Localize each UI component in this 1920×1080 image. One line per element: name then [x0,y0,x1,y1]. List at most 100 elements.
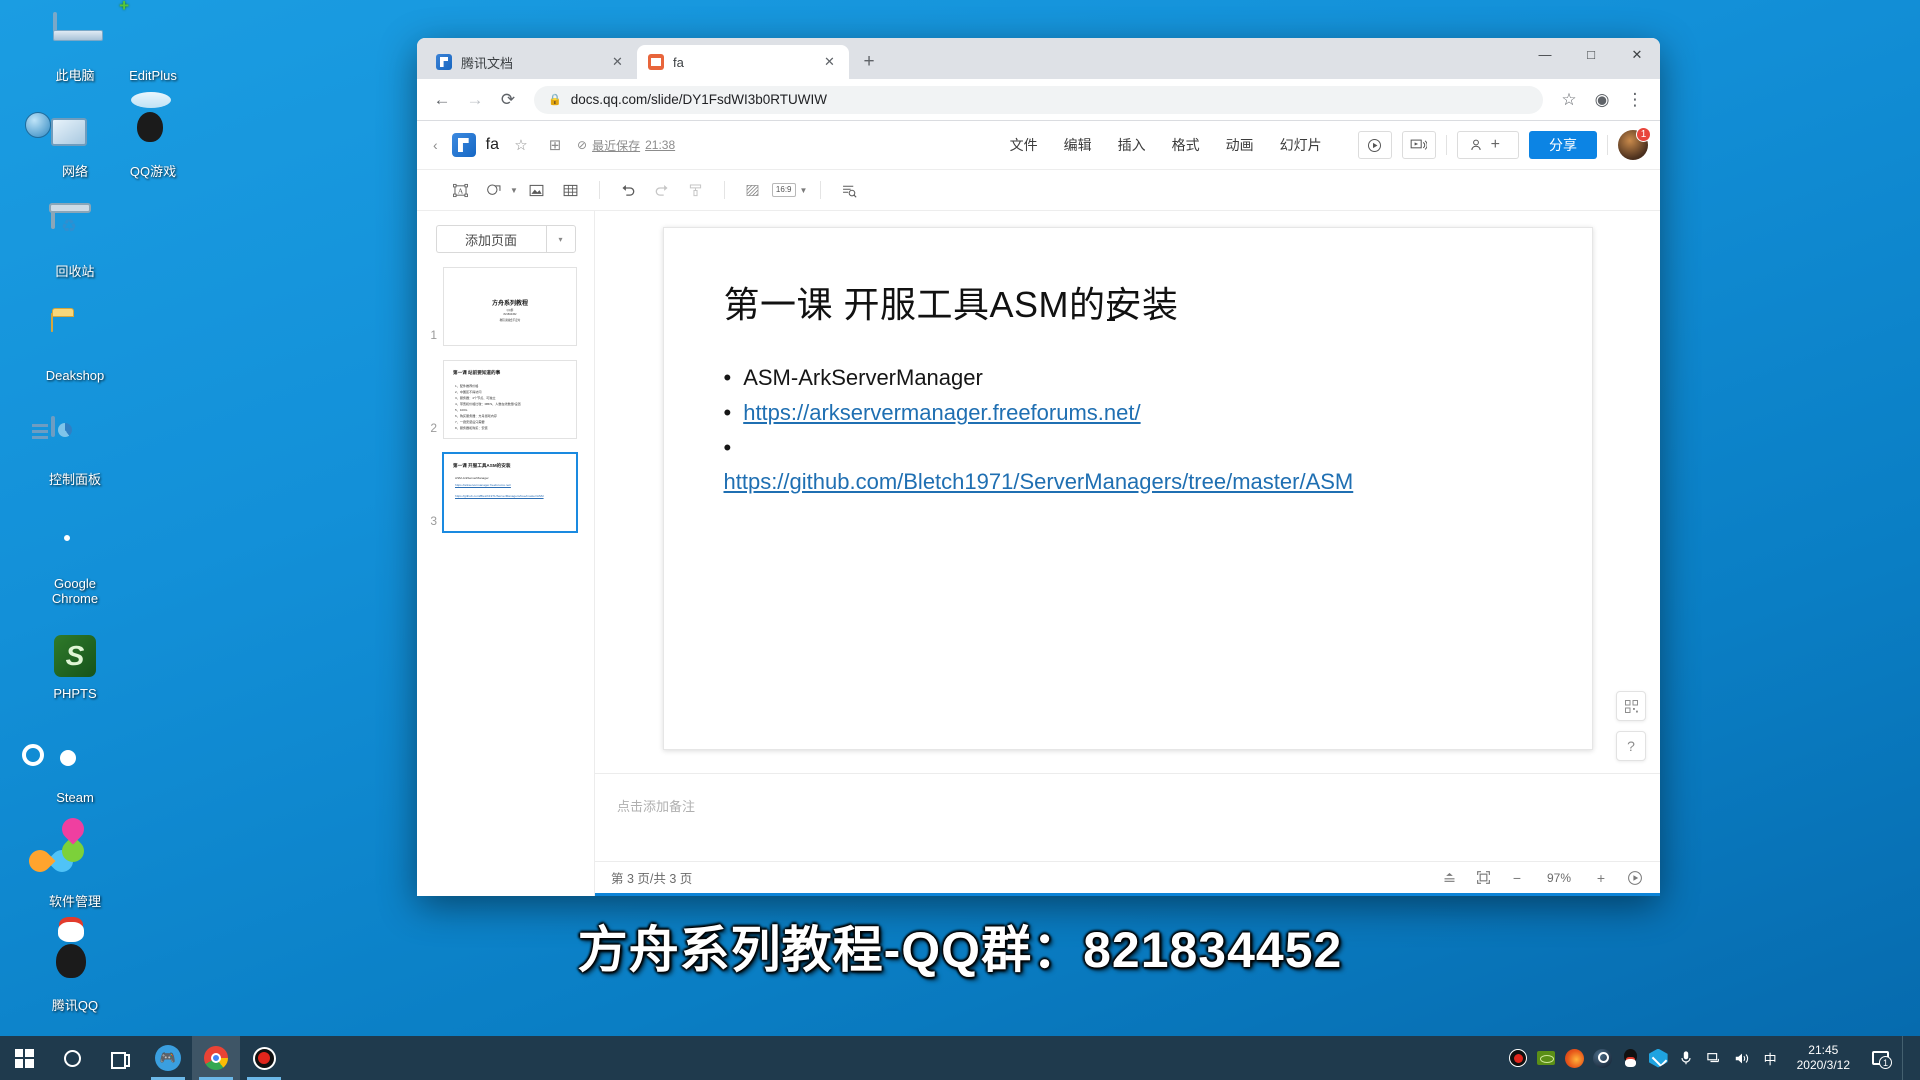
qr-code-icon[interactable] [1616,691,1646,721]
format-painter-icon[interactable] [681,177,711,203]
reload-button[interactable]: ⟳ [493,85,523,115]
background-fill-icon[interactable] [738,177,768,203]
profile-icon[interactable]: ◉ [1587,85,1617,115]
add-page-dropdown-icon[interactable]: ▾ [545,225,576,253]
tab-close-icon[interactable]: ✕ [821,54,838,71]
back-to-list-button[interactable]: ‹ [429,137,442,153]
slide-link-arkservermanager[interactable]: https://arkservermanager.freeforums.net/ [743,397,1140,428]
redo-icon[interactable] [647,177,677,203]
desktop-icon-label: PHPTS [53,686,97,701]
desktop-icon-recycle-bin[interactable]: 回收站 [0,204,150,308]
desktop-icon-chrome[interactable]: Google Chrome [0,516,150,626]
taskbar-app-chrome[interactable] [192,1036,240,1080]
tencent-docs-logo[interactable] [451,133,476,157]
image-icon[interactable] [522,177,552,203]
menu-edit[interactable]: 编辑 [1064,135,1092,155]
forward-button[interactable]: → [460,85,490,115]
menu-file[interactable]: 文件 [1010,135,1038,155]
find-replace-icon[interactable] [834,177,864,203]
taskbar-clock[interactable]: 21:45 2020/3/12 [1789,1043,1858,1073]
microphone-tray-icon[interactable] [1677,1049,1696,1068]
taskbar-app-recorder[interactable] [240,1036,288,1080]
slide-thumbnail[interactable]: 方舟系列教程 QQ群 821834452 教程录播会不定时 [443,267,577,346]
add-page-control: 添加页面 ▾ [435,225,576,253]
slide-canvas[interactable]: 第一课 开服工具ASM的安装 • ASM-ArkServerManager • … [662,227,1593,750]
thumb-line: 8、服务器和购买：安装 [455,426,488,430]
bullet-marker: • [723,400,732,426]
document-title[interactable]: fa [486,136,499,154]
desktop-icon-deakshop[interactable]: Deakshop [0,308,150,412]
address-bar[interactable]: 🔒 docs.qq.com/slide/DY1FsdWI3b0RTUWIW [534,85,1543,114]
back-button[interactable]: ← [427,85,457,115]
screen-recorder-tray-icon[interactable] [1509,1049,1528,1068]
fit-screen-icon[interactable] [1474,869,1492,887]
nvidia-tray-icon[interactable] [1537,1049,1556,1068]
menu-slideshow[interactable]: 幻灯片 [1280,135,1322,155]
desktop-icon-phpts[interactable]: S PHPTS [0,626,150,730]
invite-collaborator-button[interactable]: + [1456,131,1519,159]
steam-tray-icon[interactable] [1592,1048,1612,1068]
slide-thumbnail[interactable]: 第一课 站前要知道的事 1、配件推荐价格 2、中国区不得访问 3、服务器：4个节… [443,360,577,439]
present-play-button[interactable] [1357,131,1392,159]
desktop-icon-qq-game[interactable]: QQ游戏 [78,104,228,204]
kebab-menu-icon[interactable]: ⋮ [1620,85,1650,115]
slide-thumbnail-selected[interactable]: 第一课 开服工具ASM的安装 ASM-ArkServerManager http… [443,453,577,532]
tab-close-icon[interactable]: ✕ [609,54,626,71]
slide-thumb-3[interactable]: 3 第一课 开服工具ASM的安装 ASM-ArkServerManager ht… [417,453,594,546]
notes-toggle-icon[interactable] [1440,869,1458,887]
close-button[interactable]: ✕ [1614,38,1660,71]
browser-tab-tencent-docs[interactable]: 腾讯文档 ✕ [425,45,637,79]
aspect-ratio-dropdown[interactable]: 16:9 ▼ [771,183,807,197]
share-button[interactable]: 分享 [1529,131,1597,159]
volume-tray-icon[interactable] [1733,1049,1752,1068]
slide-favicon [648,54,664,70]
speaker-notes-area[interactable]: 点击添加备注 [595,773,1660,861]
slide-thumb-2[interactable]: 2 第一课 站前要知道的事 1、配件推荐价格 2、中国区不得访问 3、服务器：4… [417,360,594,453]
screen-recorder-taskbar-icon [252,1046,276,1070]
table-icon[interactable] [556,177,586,203]
add-page-button[interactable]: 添加页面 [435,225,546,253]
page-indicator: 第 3 页/共 3 页 [611,872,693,886]
qq-tray-icon[interactable] [1621,1048,1640,1068]
slide-bullet-list[interactable]: • ASM-ArkServerManager • https://arkserv… [724,362,1532,497]
taskbar-app-qq-game[interactable]: 🎮 [144,1036,192,1080]
avatar[interactable]: 1 [1618,127,1651,160]
bookmark-star-icon[interactable]: ☆ [1554,85,1584,115]
move-to-folder-icon[interactable]: ⊞ [543,133,567,157]
menu-format[interactable]: 格式 [1172,135,1200,155]
menu-insert[interactable]: 插入 [1118,135,1146,155]
zoom-out-button[interactable]: − [1508,869,1526,887]
slide-thumb-1[interactable]: 1 方舟系列教程 QQ群 821834452 教程录播会不定时 [417,267,594,360]
start-button[interactable] [0,1036,48,1080]
ime-tray-icon[interactable]: 中 [1761,1049,1780,1068]
play-icon[interactable] [1626,869,1644,887]
broadcast-present-button[interactable] [1401,131,1436,159]
desktop-icon-control-panel[interactable]: 控制面板 [0,412,150,516]
help-icon[interactable]: ? [1616,731,1646,761]
menu-animation[interactable]: 动画 [1226,135,1254,155]
network-tray-icon[interactable] [1705,1049,1724,1068]
desktop-icon-editplus[interactable]: EditPlus [78,8,228,104]
aspect-ratio-label: 16:9 [771,183,796,197]
shape-dropdown[interactable]: ▼ [479,177,518,203]
show-desktop-button[interactable] [1902,1036,1910,1080]
maximize-button[interactable]: □ [1568,38,1614,71]
text-box-icon[interactable]: A [445,177,475,203]
slide-title[interactable]: 第一课 开服工具ASM的安装 [724,276,1532,328]
firefox-tray-icon[interactable] [1564,1048,1584,1068]
browser-tab-fa[interactable]: fa ✕ [637,45,849,79]
zoom-in-button[interactable]: + [1592,869,1610,887]
new-tab-button[interactable]: + [855,48,883,76]
thumb-line: 4、带宽和价格比较：MB/S、人数在线数量/设置 [455,402,521,406]
thumb-line: 5、100G [455,408,468,412]
slide-link-github[interactable]: https://github.com/Bletch1971/ServerMana… [724,469,1354,494]
cortana-search-button[interactable] [48,1036,96,1080]
favorite-star-icon[interactable]: ☆ [509,133,533,157]
save-status: ⊘ 最近保存 21:38 [577,137,675,154]
minimize-button[interactable]: — [1522,38,1568,71]
phpts-icon: S [51,632,99,680]
action-center-button[interactable]: 1 [1867,1047,1893,1069]
undo-icon[interactable] [613,177,643,203]
tencent-pc-manager-tray-icon[interactable] [1648,1048,1668,1068]
task-view-button[interactable] [96,1036,144,1080]
